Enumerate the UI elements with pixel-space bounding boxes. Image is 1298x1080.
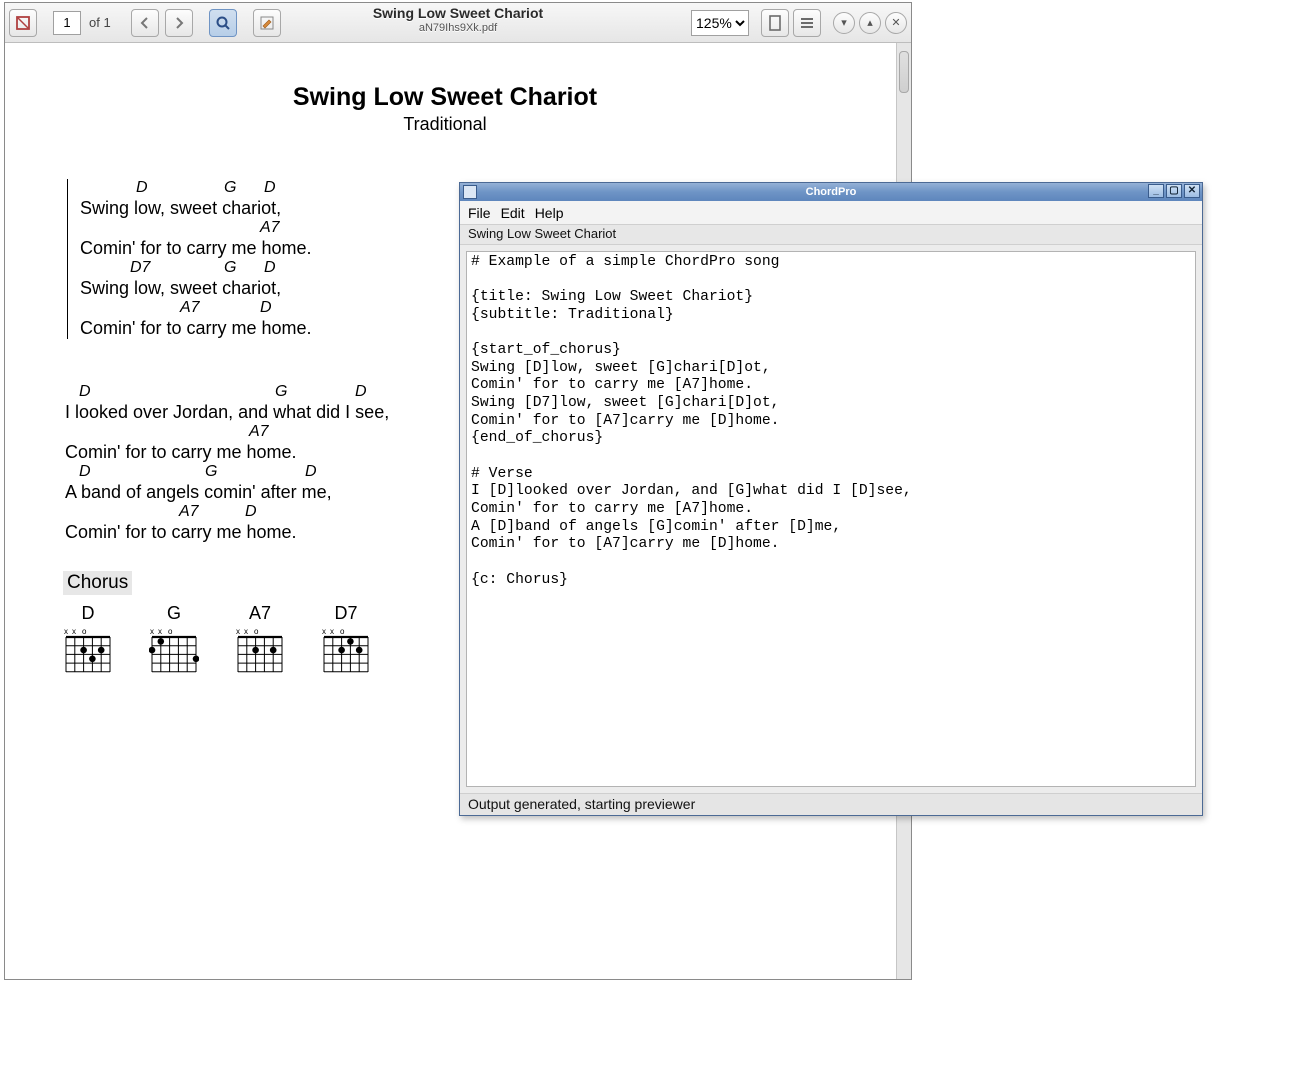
editor-titlebar[interactable]: ChordPro _ ▢ ✕ (460, 183, 1202, 201)
sheet-title: Swing Low Sweet Chariot (65, 83, 825, 112)
chord-symbol: D (305, 463, 317, 481)
search-button[interactable] (209, 9, 237, 37)
chord-symbol: A7 (260, 219, 280, 237)
zoom-select[interactable]: 50%75%100%125%150%200% (691, 10, 749, 36)
svg-text:x: x (322, 627, 326, 636)
chord-symbol: D (355, 383, 367, 401)
lyric-text: Swing low, sweet chariot, (80, 198, 281, 219)
chord-symbol: A7 (180, 299, 200, 317)
svg-text:x: x (330, 627, 334, 636)
lyric-text: Swing low, sweet chariot, (80, 278, 281, 299)
minimize-button[interactable]: _ (1148, 184, 1164, 198)
editor-body (460, 245, 1202, 793)
svg-text:x: x (158, 627, 162, 636)
chord-symbol: G (275, 383, 287, 401)
chord-symbol: D (136, 179, 148, 197)
chord-diagram: D7xxo (321, 603, 371, 674)
lyric-text: A band of angels comin' after me, (65, 482, 332, 503)
lyric-text: I looked over Jordan, and what did I see… (65, 402, 389, 423)
scroll-down-button[interactable]: ▾ (833, 12, 855, 34)
chorus-label: Chorus (63, 571, 132, 595)
editor-statusbar: Output generated, starting previewer (460, 793, 1202, 815)
sidebar-toggle-button[interactable] (9, 9, 37, 37)
chord-symbol: G (224, 179, 236, 197)
svg-text:o: o (254, 627, 259, 636)
chord-symbol: G (224, 259, 236, 277)
svg-text:x: x (64, 627, 68, 636)
lyric-text: Comin' for to carry me home. (65, 522, 297, 543)
next-page-button[interactable] (165, 9, 193, 37)
svg-text:x: x (72, 627, 76, 636)
chord-diagram-label: D (63, 603, 113, 624)
scrollbar-thumb[interactable] (899, 51, 909, 93)
chord-diagram: A7xxo (235, 603, 285, 674)
chord-symbol: D (264, 179, 276, 197)
svg-text:o: o (340, 627, 345, 636)
close-toolbar-button[interactable]: ✕ (885, 12, 907, 34)
svg-text:x: x (236, 627, 240, 636)
menu-help[interactable]: Help (535, 205, 564, 221)
menu-file[interactable]: File (468, 205, 491, 221)
scroll-up-button[interactable]: ▴ (859, 12, 881, 34)
editor-window-title: ChordPro (806, 186, 857, 198)
chord-symbol: D (260, 299, 272, 317)
chord-symbol: A7 (249, 423, 269, 441)
maximize-button[interactable]: ▢ (1166, 184, 1182, 198)
pdf-toolbar: of 1 Swing Low Sweet Chariot aN79Ihs9Xk.… (5, 3, 911, 43)
prev-page-button[interactable] (131, 9, 159, 37)
lyric-text: Comin' for to carry me home. (65, 442, 297, 463)
editor-textarea[interactable] (466, 251, 1196, 787)
system-menu-icon[interactable] (463, 185, 477, 199)
chord-diagram-label: A7 (235, 603, 285, 624)
edit-annotate-button[interactable] (253, 9, 281, 37)
lyric-text: Comin' for to carry me home. (80, 238, 312, 259)
svg-text:o: o (82, 627, 87, 636)
chord-symbol: D7 (130, 259, 150, 277)
chord-symbol: D (79, 463, 91, 481)
close-window-button[interactable]: ✕ (1184, 184, 1200, 198)
chord-symbol: D (264, 259, 276, 277)
chordpro-editor-window: ChordPro _ ▢ ✕ File Edit Help Swing Low … (459, 182, 1203, 816)
chord-diagram: Dxxo (63, 603, 113, 674)
sheet-subtitle: Traditional (65, 114, 825, 135)
lyric-text: Comin' for to carry me home. (80, 318, 312, 339)
chord-diagram-label: D7 (321, 603, 371, 624)
menu-edit[interactable]: Edit (501, 205, 525, 221)
chord-symbol: D (245, 503, 257, 521)
editor-tab[interactable]: Swing Low Sweet Chariot (460, 225, 1202, 245)
chord-diagram-label: G (149, 603, 199, 624)
chord-symbol: G (205, 463, 217, 481)
chord-symbol: A7 (179, 503, 199, 521)
svg-text:x: x (244, 627, 248, 636)
chord-diagram: Gxxo (149, 603, 199, 674)
editor-menubar: File Edit Help (460, 201, 1202, 225)
svg-text:o: o (168, 627, 173, 636)
svg-text:x: x (150, 627, 154, 636)
chord-symbol: D (79, 383, 91, 401)
page-number-input[interactable] (53, 11, 81, 35)
page-count-label: of 1 (87, 15, 115, 30)
view-mode-button[interactable] (793, 9, 821, 37)
fit-page-button[interactable] (761, 9, 789, 37)
